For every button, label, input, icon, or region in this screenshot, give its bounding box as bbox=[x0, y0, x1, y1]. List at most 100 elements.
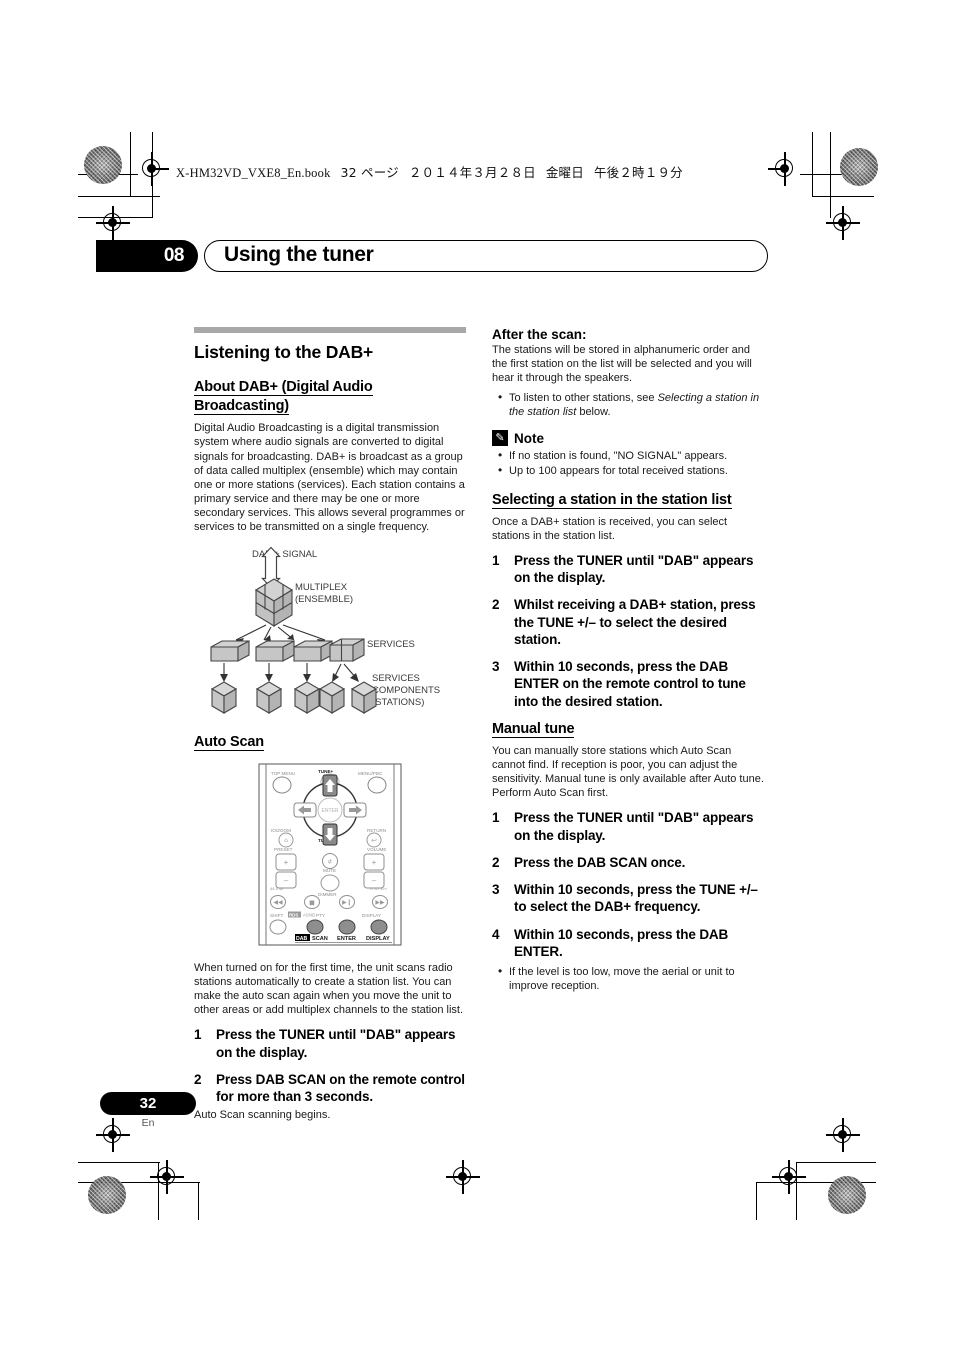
auto-scan-step-2-number: 2 bbox=[194, 1071, 202, 1087]
svg-text:+: + bbox=[284, 858, 289, 867]
registration-mark-top-right bbox=[768, 152, 802, 186]
diagram-label-services: SERVICES bbox=[367, 639, 415, 650]
remote-control-illustration: TOP MENU TUNE+ MENU/PBC IO/ZOOM RETURN T… bbox=[194, 762, 466, 947]
diagram-service-slab-2 bbox=[255, 640, 295, 662]
selecting-step-2-number: 2 bbox=[492, 597, 500, 613]
crop-line-tr-h2 bbox=[812, 196, 874, 198]
manual-tune-step-4-text: Within 10 seconds, press the DAB ENTER. bbox=[514, 926, 729, 959]
diagram-label-multiplex-1: MULTIPLEX bbox=[295, 582, 348, 593]
selecting-step-2: 2 Whilst receiving a DAB+ station, press… bbox=[492, 596, 764, 648]
section-rule-bar bbox=[194, 327, 466, 333]
diagram-cube-multiplex bbox=[254, 578, 294, 627]
svg-text:+: + bbox=[372, 858, 377, 867]
after-scan-bullet-1-post: below. bbox=[576, 406, 611, 419]
auto-scan-heading: Auto Scan bbox=[194, 734, 264, 751]
diagram-station-cube-5 bbox=[350, 681, 378, 714]
print-header-date: ２０１４年３月２８日 bbox=[408, 165, 536, 180]
manual-tune-step-2: 2 Press the DAB SCAN once. bbox=[492, 854, 764, 871]
svg-text:■: ■ bbox=[309, 900, 315, 907]
remote-button-top-menu bbox=[272, 776, 292, 794]
selecting-step-3: 3 Within 10 seconds, press the DAB ENTER… bbox=[492, 658, 764, 710]
selecting-heading-wrap: Selecting a station in the station list bbox=[492, 491, 764, 510]
crop-line-tl-h2 bbox=[78, 196, 160, 198]
selecting-step-3-number: 3 bbox=[492, 659, 500, 675]
remote-label-menu-pbc: MENU/PBC bbox=[358, 771, 383, 776]
manual-tune-step-4-number: 4 bbox=[492, 926, 500, 942]
registration-mark-right-upper bbox=[826, 206, 860, 240]
remote-button-left bbox=[293, 802, 317, 818]
remote-button-tune-down bbox=[322, 823, 338, 846]
diagram-label-multiplex-2: (ENSEMBLE) bbox=[295, 594, 353, 605]
remote-label-enter: ENTER bbox=[322, 808, 339, 814]
auto-scan-heading-wrap: Auto Scan bbox=[194, 733, 466, 752]
crop-line-tl-v bbox=[130, 132, 132, 196]
manual-tune-heading-wrap: Manual tune bbox=[492, 720, 764, 739]
diagram-station-cube-3 bbox=[293, 681, 321, 714]
selecting-step-1-text: Press the TUNER until "DAB" appears on t… bbox=[514, 552, 754, 586]
registration-mark-bottom-left bbox=[150, 1160, 184, 1194]
diagram-label-dab-signal: DAB + SIGNAL bbox=[252, 549, 317, 560]
diagram-label-components-2: COMPONENTS bbox=[372, 685, 440, 696]
remote-button-dab-scan bbox=[306, 919, 324, 935]
diagram-station-cube-2 bbox=[255, 681, 283, 714]
registration-mark-bottom-right bbox=[446, 1160, 480, 1194]
auto-scan-step-1-text: Press the TUNER until "DAB" appears on t… bbox=[216, 1027, 456, 1060]
svg-text:–: – bbox=[284, 876, 289, 885]
remote-label-scan: SCAN bbox=[312, 936, 328, 942]
remote-label-dab: DAB bbox=[296, 936, 307, 942]
after-scan-bullet-1: To listen to other stations, see Selecti… bbox=[498, 390, 764, 419]
note-bullet-1: If no station is found, "NO SIGNAL" appe… bbox=[498, 448, 764, 463]
crop-line-tr-v bbox=[812, 132, 814, 196]
svg-text:▶❙: ▶❙ bbox=[342, 899, 352, 906]
svg-text:–: – bbox=[372, 876, 377, 885]
remote-label-return: RETURN bbox=[367, 828, 386, 833]
about-dab-heading: About DAB+ (Digital Audio Broadcasting) bbox=[194, 379, 373, 416]
crop-line-br-h bbox=[796, 1162, 876, 1164]
manual-tune-step-2-text: Press the DAB SCAN once. bbox=[514, 854, 686, 870]
remote-label-preset: PRESET bbox=[274, 847, 293, 852]
chapter-banner: 08 Using the tuner bbox=[96, 240, 768, 272]
diagram-label-components-3: (STATIONS) bbox=[372, 697, 424, 708]
manual-tune-step-3-text: Within 10 seconds, press the TUNE +/– to… bbox=[514, 882, 758, 915]
about-dab-heading-wrap: About DAB+ (Digital Audio Broadcasting) bbox=[194, 378, 466, 416]
manual-tune-step-1: 1 Press the TUNER until "DAB" appears on… bbox=[492, 809, 764, 844]
remote-label-asnd: ASND bbox=[303, 913, 315, 918]
left-column: Listening to the DAB+ About DAB+ (Digita… bbox=[194, 327, 466, 1131]
diagram-arrows-components bbox=[220, 663, 359, 682]
crop-line-bl-h bbox=[78, 1162, 160, 1164]
registration-mark-top-left bbox=[135, 152, 169, 186]
print-header-time: 午後２時１９分 bbox=[593, 165, 683, 180]
selecting-step-3-text: Within 10 seconds, press the DAB ENTER o… bbox=[514, 659, 746, 709]
halftone-dot-top-right bbox=[840, 148, 878, 186]
remote-button-right bbox=[343, 802, 367, 818]
remote-label-volume: VOLUME bbox=[367, 847, 386, 852]
manual-tune-step-1-text: Press the TUNER until "DAB" appears on t… bbox=[514, 810, 754, 843]
auto-scan-step-1-number: 1 bbox=[194, 1027, 202, 1043]
halftone-dot-top-left bbox=[84, 146, 122, 184]
remote-button-tune-up bbox=[322, 774, 338, 797]
after-scan-heading: After the scan: bbox=[492, 327, 587, 342]
diagram-station-cube-4 bbox=[318, 681, 346, 714]
remote-button-dab-enter bbox=[338, 919, 356, 935]
selecting-step-1: 1 Press the TUNER until "DAB" appears on… bbox=[492, 552, 764, 587]
halftone-dot-bottom-right bbox=[828, 1176, 866, 1214]
note-bullets: If no station is found, "NO SIGNAL" appe… bbox=[492, 448, 764, 479]
selecting-step-1-number: 1 bbox=[492, 552, 500, 568]
manual-tune-bullet-1: If the level is too low, move the aerial… bbox=[498, 964, 764, 993]
manual-tune-body: You can manually store stations which Au… bbox=[492, 745, 764, 800]
print-header-filename: X-HM32VD_VXE8_En.book bbox=[176, 166, 331, 180]
remote-label-tune-plus: TUNE+ bbox=[318, 769, 334, 774]
manual-tune-bullets: If the level is too low, move the aerial… bbox=[492, 964, 764, 993]
after-scan-bullets: To listen to other stations, see Selecti… bbox=[492, 390, 764, 419]
auto-scan-step-2: 2 Press DAB SCAN on the remote control f… bbox=[194, 1071, 466, 1106]
remote-label-enter-bottom: ENTER bbox=[337, 936, 356, 942]
manual-tune-step-2-number: 2 bbox=[492, 854, 500, 870]
page-language-code: En bbox=[141, 1117, 155, 1129]
pencil-note-icon: ✎ bbox=[492, 430, 508, 447]
section-title-listening-dab: Listening to the DAB+ bbox=[194, 342, 374, 362]
remote-button-shift bbox=[269, 919, 287, 935]
auto-scan-body: When turned on for the first time, the u… bbox=[194, 962, 464, 1017]
diagram-service-slab-4 bbox=[329, 638, 365, 662]
remote-label-display-bottom: DISPLAY bbox=[366, 936, 390, 942]
manual-tune-step-1-number: 1 bbox=[492, 810, 500, 826]
